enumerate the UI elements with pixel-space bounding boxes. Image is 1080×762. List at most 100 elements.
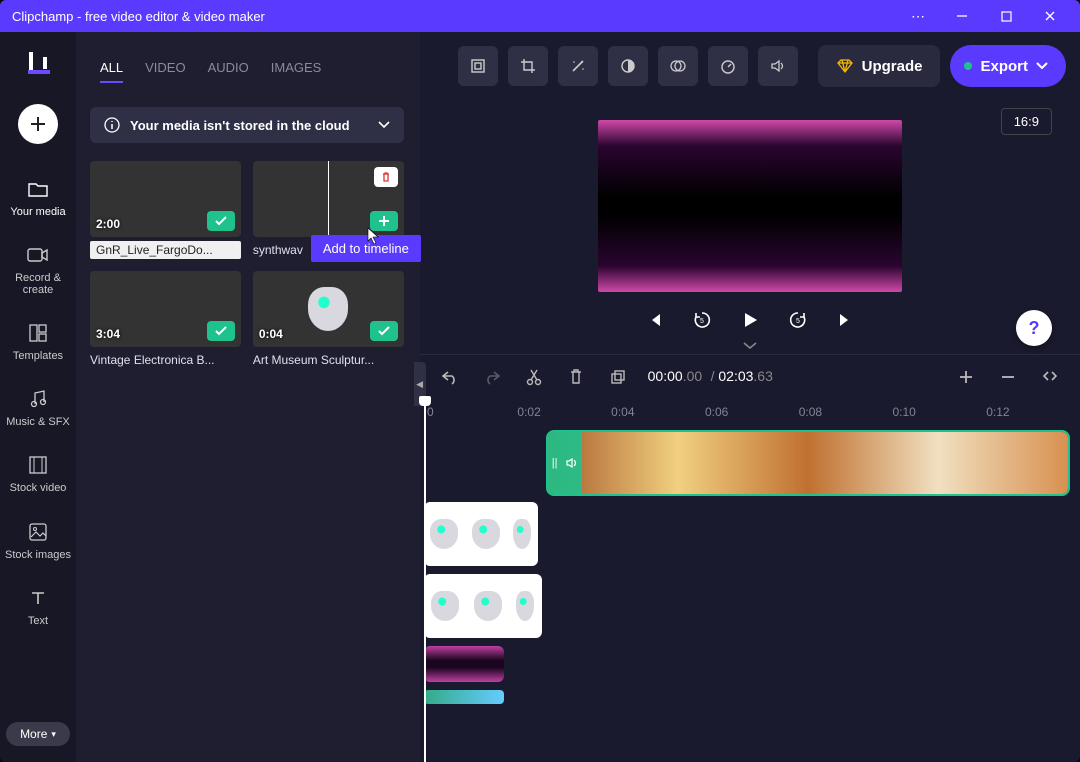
- forward-5-button[interactable]: 5: [788, 310, 808, 330]
- nav-label: Templates: [13, 350, 63, 362]
- filters-button[interactable]: [658, 46, 698, 86]
- cloud-storage-notice[interactable]: Your media isn't stored in the cloud: [90, 107, 404, 143]
- window-more-button[interactable]: ⋯: [896, 0, 940, 32]
- added-badge: [370, 321, 398, 341]
- nav-your-media[interactable]: Your media: [0, 168, 76, 230]
- nav-stock-images[interactable]: Stock images: [0, 511, 76, 573]
- nav-record-create[interactable]: Record & create: [0, 234, 76, 308]
- image-icon: [27, 521, 49, 543]
- window-close-button[interactable]: [1028, 0, 1072, 32]
- media-grid: 2:00 GnR_Live_FargoDo... synthwav Add to…: [90, 161, 412, 367]
- media-thumbnail: [253, 161, 404, 237]
- undo-button[interactable]: [438, 365, 462, 389]
- nav-label: Stock images: [5, 549, 71, 561]
- ruler-tick: 0:12: [986, 398, 1080, 426]
- timeline-toolbar: 00:00.00 / 02:03.63: [420, 354, 1080, 398]
- delete-media-button[interactable]: [374, 167, 398, 187]
- timeline-clip-audio[interactable]: [424, 690, 504, 704]
- media-name: GnR_Live_FargoDo...: [90, 241, 241, 259]
- speed-button[interactable]: [708, 46, 748, 86]
- camera-icon: [27, 244, 49, 266]
- media-item[interactable]: 3:04 Vintage Electronica B...: [90, 271, 241, 367]
- nav-templates[interactable]: Templates: [0, 312, 76, 374]
- tab-video[interactable]: VIDEO: [145, 60, 185, 83]
- upgrade-label: Upgrade: [862, 58, 923, 75]
- ruler-tick: 0:02: [517, 398, 611, 426]
- preview-area: 16:9 5 5 ?: [420, 100, 1080, 350]
- adjust-colors-button[interactable]: [608, 46, 648, 86]
- timeline-clip-video[interactable]: ||: [548, 432, 1068, 494]
- play-button[interactable]: [740, 310, 760, 330]
- clip-audio-icon: [562, 432, 582, 494]
- nav-label: Record & create: [0, 272, 76, 296]
- nav-music-sfx[interactable]: Music & SFX: [0, 378, 76, 440]
- layout-button[interactable]: [458, 46, 498, 86]
- export-label: Export: [980, 58, 1028, 75]
- tab-audio[interactable]: AUDIO: [208, 60, 249, 83]
- tooltip-add-to-timeline: Add to timeline: [311, 235, 421, 262]
- media-duration: 2:00: [96, 217, 120, 231]
- window-title: Clipchamp - free video editor & video ma…: [8, 9, 896, 24]
- timeline-clip-image[interactable]: [424, 574, 542, 638]
- media-item[interactable]: 0:04 Art Museum Sculptur...: [253, 271, 404, 367]
- upgrade-button[interactable]: Upgrade: [818, 45, 941, 87]
- split-button[interactable]: [522, 365, 546, 389]
- tab-images[interactable]: IMAGES: [271, 60, 322, 83]
- more-label: More: [20, 727, 47, 741]
- media-thumbnail: 2:00: [90, 161, 241, 237]
- media-name: Vintage Electronica B...: [90, 353, 241, 367]
- clip-handle-left[interactable]: ||: [548, 432, 562, 494]
- ruler-tick: :0: [424, 398, 518, 426]
- svg-text:5: 5: [796, 318, 800, 325]
- preview-canvas: [598, 120, 902, 292]
- delete-button[interactable]: [564, 365, 588, 389]
- text-icon: [27, 587, 49, 609]
- timeline-playhead[interactable]: [424, 398, 426, 762]
- film-icon: [27, 454, 49, 476]
- aspect-ratio-button[interactable]: 16:9: [1001, 108, 1052, 135]
- music-icon: [27, 388, 49, 410]
- info-icon: [104, 117, 120, 133]
- titlebar: Clipchamp - free video editor & video ma…: [0, 0, 1080, 32]
- nav-label: Text: [28, 615, 48, 627]
- skip-start-button[interactable]: [646, 311, 664, 329]
- timeline-clip-image[interactable]: [424, 646, 504, 682]
- help-button[interactable]: ?: [1016, 310, 1052, 346]
- diamond-icon: [836, 58, 854, 74]
- zoom-fit-button[interactable]: [1038, 365, 1062, 389]
- media-tabs: ALL VIDEO AUDIO IMAGES: [90, 32, 412, 93]
- media-duration: 0:04: [259, 327, 283, 341]
- skip-end-button[interactable]: [836, 311, 854, 329]
- ruler-tick: 0:06: [705, 398, 799, 426]
- notice-text: Your media isn't stored in the cloud: [130, 118, 350, 133]
- folder-icon: [27, 178, 49, 200]
- chevron-down-icon: [1036, 62, 1048, 70]
- window-minimize-button[interactable]: [940, 0, 984, 32]
- window-maximize-button[interactable]: [984, 0, 1028, 32]
- timeline-ruler[interactable]: :0 0:02 0:04 0:06 0:08 0:10 0:12: [420, 398, 1080, 426]
- media-name: Art Museum Sculptur...: [253, 353, 404, 367]
- svg-text:5: 5: [700, 318, 704, 325]
- duplicate-button[interactable]: [606, 365, 630, 389]
- redo-button[interactable]: [480, 365, 504, 389]
- app-logo: [21, 46, 55, 80]
- magic-button[interactable]: [558, 46, 598, 86]
- add-media-button[interactable]: [18, 104, 58, 144]
- nav-label: Stock video: [10, 482, 67, 494]
- media-panel: ALL VIDEO AUDIO IMAGES Your media isn't …: [76, 32, 420, 762]
- export-button[interactable]: Export: [950, 45, 1066, 87]
- media-item[interactable]: synthwav Add to timeline: [253, 161, 404, 259]
- tab-all[interactable]: ALL: [100, 60, 123, 83]
- audio-button[interactable]: [758, 46, 798, 86]
- nav-stock-video[interactable]: Stock video: [0, 444, 76, 506]
- zoom-out-button[interactable]: [996, 365, 1020, 389]
- nav-text[interactable]: Text: [0, 577, 76, 639]
- rewind-5-button[interactable]: 5: [692, 310, 712, 330]
- timeline-clip-image[interactable]: [424, 502, 538, 566]
- zoom-in-button[interactable]: [954, 365, 978, 389]
- timeline-tracks[interactable]: ||: [420, 426, 1080, 704]
- chevron-down-icon: ▾: [51, 729, 56, 740]
- nav-more-button[interactable]: More ▾: [6, 722, 70, 746]
- crop-button[interactable]: [508, 46, 548, 86]
- media-item[interactable]: 2:00 GnR_Live_FargoDo...: [90, 161, 241, 259]
